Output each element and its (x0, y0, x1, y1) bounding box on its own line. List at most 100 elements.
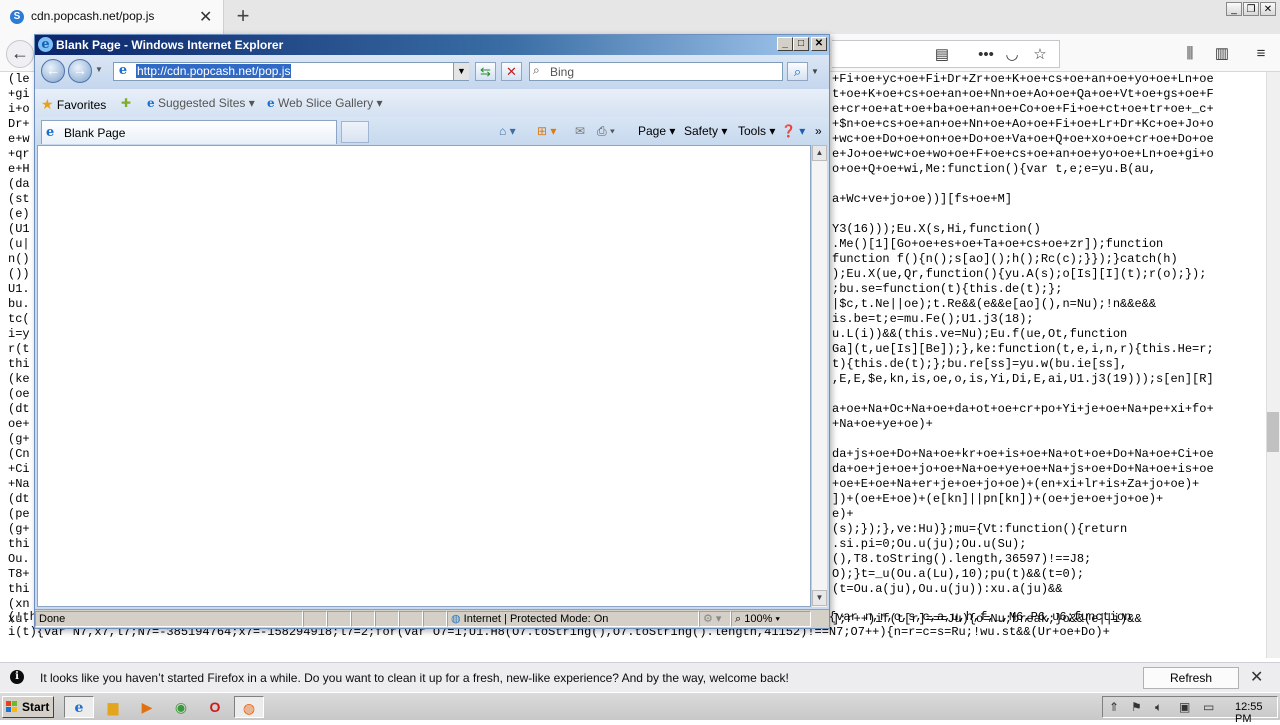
sidebar-icon[interactable]: ▥ (1212, 44, 1232, 64)
action-center-icon[interactable]: ⚑ (1131, 700, 1142, 714)
ie-content-area[interactable] (37, 145, 811, 607)
status-text: Done (35, 611, 303, 627)
firefox-tab[interactable]: S cdn.popcash.net/pop.js ✕ (0, 0, 224, 34)
taskbar-firefox-icon[interactable]: ◍ (234, 696, 264, 718)
bookmark-star-icon[interactable]: ☆ (1030, 45, 1050, 65)
code-line: t){this.de(t);};bu.re[ss]=yu.w(bu.ie[ss]… (832, 357, 1128, 371)
code-line: is.be=t;e=mu.Fe();U1.j3(18); (832, 312, 1034, 326)
search-button[interactable]: ⌕ (787, 62, 808, 81)
network-icon[interactable]: ▣ (1179, 700, 1190, 714)
favorites-star-icon: ★ (41, 96, 54, 112)
close-window-button[interactable]: ✕ (1260, 2, 1276, 16)
close-tab-icon[interactable]: ✕ (199, 7, 212, 27)
add-to-favorites-icon[interactable]: ✚ (121, 96, 131, 110)
taskbar-explorer-icon[interactable]: ▆ (98, 696, 128, 718)
ie-close-button[interactable]: ✕ (811, 37, 827, 51)
ie-forward-button[interactable]: → (68, 59, 92, 83)
code-line: O);}t=_u(Ou.a(Lu),10);pu(t)&&(t=0); (832, 567, 1085, 581)
ie-maximize-button[interactable]: □ (793, 37, 809, 51)
code-line: .si.pi=0;Ou.u(ju);Ou.u(Su); (832, 537, 1027, 551)
firefox-url-bar[interactable]: ▤ ••• ◡ ☆ (832, 40, 1060, 68)
scroll-down-icon[interactable]: ▼ (812, 590, 827, 606)
firefox-tab-title: cdn.popcash.net/pop.js (31, 9, 155, 23)
menu-icon[interactable]: ≡ (1251, 44, 1271, 64)
search-provider-icon: ⌕ (533, 63, 540, 77)
code-line: ;bu.se=function(t){this.de(t);}; (832, 282, 1063, 296)
more-actions-icon[interactable]: ••• (976, 45, 996, 65)
suggested-sites-link[interactable]: e Suggested Sites ▾ (147, 96, 255, 110)
code-line: Y3(16)));Eu.X(s,Hi,function() (832, 222, 1041, 236)
suggested-sites-label: Suggested Sites (157, 96, 246, 110)
ie-address-bar[interactable]: e http://cdn.popcash.net/pop.js (113, 62, 469, 81)
minimize-button[interactable]: _ (1226, 2, 1242, 16)
ie-back-button[interactable]: ← (41, 59, 65, 83)
address-dropdown-icon[interactable]: ▼ (453, 63, 469, 80)
back-button[interactable]: ← (6, 40, 34, 68)
read-mail-icon[interactable]: ✉ (575, 124, 585, 138)
ie-tab-icon: e (46, 125, 55, 140)
taskbar-media-player-icon[interactable]: ▶ (132, 696, 162, 718)
ie-scrollbar[interactable]: ▲ ▼ (811, 145, 827, 607)
code-line: Ga](t,ue[Is][Be]);},ke:function(t,e,i,n,… (832, 342, 1214, 356)
refresh-firefox-button[interactable]: Refresh Firefox… (1143, 667, 1239, 706)
popcash-favicon-icon: S (10, 10, 24, 24)
feeds-icon[interactable]: ⊞ ▾ (537, 124, 556, 138)
scroll-up-icon[interactable]: ▲ (812, 145, 827, 161)
code-line: +$n+oe+cs+oe+an+oe+Nn+oe+Ao+oe+Fi+oe+Lr+… (832, 117, 1214, 131)
help-icon[interactable]: ❓ ▾ (781, 124, 805, 138)
zoom-control[interactable]: ⌕ 100% ▾ (731, 611, 811, 627)
maximize-button[interactable]: ❐ (1243, 2, 1259, 16)
code-line: e)+ (832, 507, 854, 521)
code-line: ,E,E,$e,kn,is,oe,o,is,Yi,Di,E,ai,U1.j3(1… (832, 372, 1214, 386)
toolbar-overflow-icon[interactable]: » (815, 124, 822, 138)
code-line: );Eu.X(ue,Qr,function(){yu.A(s);o[Is][I]… (832, 267, 1207, 281)
firefox-scroll-thumb[interactable] (1267, 412, 1279, 452)
firefox-scrollbar[interactable] (1266, 72, 1280, 658)
reader-view-icon[interactable]: ▤ (932, 45, 952, 65)
tools-menu[interactable]: Tools ▾ (738, 124, 775, 138)
power-icon[interactable]: ▭ (1203, 700, 1214, 714)
start-label: Start (22, 700, 50, 714)
firefox-notification-bar: i It looks like you haven’t started Fire… (0, 662, 1280, 706)
compatibility-view-icon[interactable]: ⇆ (475, 62, 496, 81)
ie-tab-row: e Blank Page ⌂ ▾ ⊞ ▾ ✉ ⎙ ▾ Page ▾ Safety… (35, 117, 829, 145)
web-slice-gallery-link[interactable]: e Web Slice Gallery ▾ (267, 96, 383, 110)
volume-icon[interactable]: 🔈︎ (1155, 700, 1162, 715)
close-notification-icon[interactable]: ✕ (1250, 667, 1263, 687)
ie-search-box[interactable]: ⌕ Bing (529, 62, 783, 81)
show-hidden-icons-icon[interactable]: ⇑ (1109, 700, 1119, 714)
taskbar-chrome-icon[interactable]: ◉ (166, 696, 196, 718)
safety-menu[interactable]: Safety ▾ (684, 124, 727, 138)
code-line: (t=Ou.a(ju),Ou.u(ju)):xu.a(ju)&& (832, 582, 1063, 596)
address-url[interactable]: http://cdn.popcash.net/pop.js (136, 64, 292, 78)
zone-text: Internet | Protected Mode: On (463, 613, 609, 625)
search-options-icon[interactable]: ▼ (811, 67, 819, 76)
recent-pages-dropdown-icon[interactable]: ▼ (95, 65, 103, 74)
stop-icon[interactable]: ✕ (501, 62, 522, 81)
print-icon[interactable]: ⎙ ▾ (597, 124, 615, 139)
ie-tab[interactable]: e Blank Page (41, 120, 337, 144)
taskbar-opera-icon[interactable]: O (200, 696, 230, 718)
library-icon[interactable]: ⫼ (1180, 44, 1200, 64)
code-line: da+oe+je+oe+jo+oe+Na+oe+ye+oe+Na+js+oe+D… (832, 462, 1214, 476)
new-tab-button[interactable]: + (232, 4, 254, 28)
page-menu[interactable]: Page ▾ (638, 124, 675, 138)
ie-new-tab-button[interactable] (341, 121, 369, 143)
code-line: (s);});},ve:Hu)};mu={Vt:function(){retur… (832, 522, 1128, 536)
taskbar-ie-icon[interactable]: e (64, 696, 94, 718)
web-slice-gallery-icon: e (267, 96, 275, 110)
home-icon[interactable]: ⌂ ▾ (499, 124, 516, 138)
ie-minimize-button[interactable]: _ (777, 37, 793, 51)
security-zone[interactable]: ◍ Internet | Protected Mode: On (447, 611, 699, 627)
clock[interactable]: 12:55 PM (1235, 701, 1277, 725)
start-button[interactable]: Start (2, 696, 54, 718)
protected-mode-icon[interactable]: ⚙ ▾ (699, 611, 731, 627)
code-line: function f(){n();s[ao]();h();Rc(c);}});}… (832, 252, 1178, 266)
pocket-icon[interactable]: ◡ (1002, 45, 1022, 65)
favorites-button[interactable]: ★ Favorites (41, 96, 106, 113)
code-line: +oe+E+oe+Na+er+je+oe+jo+oe)+(en+xi+lr+is… (832, 477, 1200, 491)
internet-globe-icon: ◍ (451, 613, 461, 625)
ie-title-bar[interactable]: e Blank Page - Windows Internet Explorer… (35, 35, 829, 55)
